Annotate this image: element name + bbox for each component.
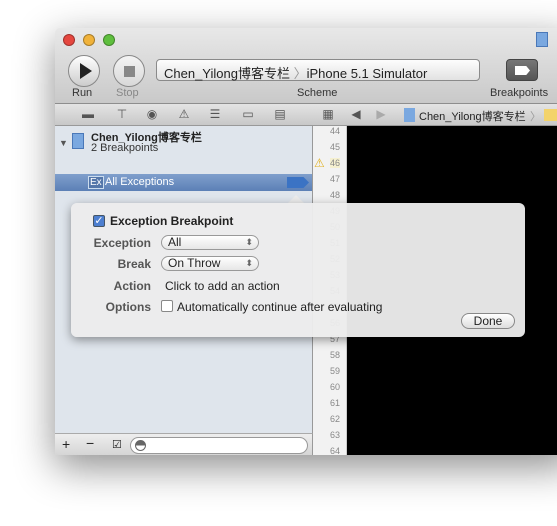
- filter-input[interactable]: [130, 437, 308, 454]
- disclosure-triangle-icon[interactable]: ▼: [59, 138, 68, 148]
- scheme-separator: 〉: [293, 66, 307, 81]
- search-icon[interactable]: ◉: [145, 108, 159, 121]
- add-icon[interactable]: +: [62, 436, 70, 452]
- grid-icon[interactable]: ▦: [321, 108, 335, 121]
- line-number[interactable]: 46: [329, 158, 340, 168]
- line-number[interactable]: 59: [330, 366, 340, 376]
- done-button[interactable]: Done: [461, 313, 515, 329]
- break-select[interactable]: On Throw: [161, 256, 259, 271]
- exception-select[interactable]: All: [161, 235, 259, 250]
- project-subtitle: 2 Breakpoints: [91, 142, 159, 154]
- breakpoint-indicator-icon[interactable]: [287, 177, 309, 188]
- checkbox-filter-icon[interactable]: ☑: [112, 438, 122, 451]
- zoom-button[interactable]: [103, 34, 115, 46]
- forward-icon[interactable]: ▶: [374, 108, 388, 121]
- jumpbar-project[interactable]: Chen_Yilong博客专栏: [419, 108, 526, 124]
- line-number[interactable]: 58: [330, 350, 340, 360]
- breakpoint-row-all-exceptions[interactable]: Ex All Exceptions: [55, 174, 312, 191]
- warning-icon[interactable]: ⚠: [177, 108, 191, 121]
- exception-badge: Ex: [88, 176, 104, 189]
- breakpoint-navigator-icon[interactable]: ▭: [241, 108, 255, 121]
- folder-icon[interactable]: [544, 109, 557, 121]
- warning-icon[interactable]: ⚠: [314, 156, 325, 170]
- close-button[interactable]: [63, 34, 75, 46]
- toolbar: Run Stop Chen_Yilong博客专栏 〉iPhone 5.1 Sim…: [55, 28, 557, 104]
- line-number[interactable]: 45: [330, 142, 340, 152]
- line-number[interactable]: 64: [330, 446, 340, 455]
- hierarchy-icon[interactable]: ⊤: [115, 108, 129, 121]
- line-number[interactable]: 60: [330, 382, 340, 392]
- line-number[interactable]: 47: [330, 174, 340, 184]
- add-action-link[interactable]: Click to add an action: [165, 279, 280, 293]
- log-icon[interactable]: ▤: [273, 108, 287, 121]
- run-label: Run: [72, 87, 93, 99]
- line-number[interactable]: 61: [330, 398, 340, 408]
- file-icon: [536, 32, 548, 47]
- back-icon[interactable]: ◀: [349, 108, 363, 121]
- list-icon[interactable]: ☰: [208, 108, 222, 121]
- options-label: Options: [105, 300, 151, 314]
- auto-continue-checkbox[interactable]: [161, 300, 173, 312]
- jumpbar-separator: 〉: [530, 111, 541, 123]
- project-icon: [72, 133, 84, 149]
- play-icon: [80, 63, 92, 79]
- line-number[interactable]: 62: [330, 414, 340, 424]
- scheme-destination[interactable]: iPhone 5.1 Simulator: [307, 66, 428, 81]
- action-label: Action: [113, 279, 151, 293]
- folder-icon[interactable]: ▬: [81, 108, 95, 121]
- run-button[interactable]: [68, 55, 100, 87]
- stop-label: Stop: [116, 87, 139, 99]
- break-label: Break: [117, 257, 151, 271]
- auto-continue-label: Automatically continue after evaluating: [177, 300, 383, 314]
- scheme-label: Scheme: [297, 87, 338, 99]
- breakpoint-icon: [515, 66, 530, 75]
- file-icon: [404, 108, 415, 122]
- breakpoint-label: All Exceptions: [105, 176, 175, 188]
- navigator-filter-bar: + − ☑: [55, 433, 313, 455]
- minimize-button[interactable]: [83, 34, 95, 46]
- line-number[interactable]: 63: [330, 430, 340, 440]
- breakpoints-toggle-button[interactable]: [506, 59, 538, 81]
- scheme-selector[interactable]: Chen_Yilong博客专栏 〉iPhone 5.1 Simulator: [156, 59, 480, 81]
- breakpoints-label: Breakpoints: [490, 87, 549, 99]
- line-number[interactable]: 44: [330, 126, 340, 136]
- exception-breakpoint-popover: ✓ Exception Breakpoint Exception All Bre…: [71, 203, 525, 337]
- line-number[interactable]: 48: [330, 190, 340, 200]
- remove-icon[interactable]: −: [86, 435, 94, 451]
- done-label: Done: [473, 314, 503, 328]
- filter-icon: [135, 440, 146, 451]
- stop-icon: [124, 66, 135, 77]
- exception-label: Exception: [93, 236, 151, 250]
- break-value: On Throw: [168, 256, 221, 270]
- navigator-bar: ▬ ⊤ ◉ ⚠ ☰ ▭ ▤ ▦ ◀ ▶ Chen_Yilong博客专栏 〉: [55, 104, 557, 126]
- stop-button[interactable]: [113, 55, 145, 87]
- scheme-project: Chen_Yilong博客专栏: [164, 66, 290, 81]
- enabled-checkbox[interactable]: ✓: [93, 215, 105, 227]
- exception-value: All: [168, 235, 182, 249]
- popover-title: Exception Breakpoint: [110, 214, 234, 228]
